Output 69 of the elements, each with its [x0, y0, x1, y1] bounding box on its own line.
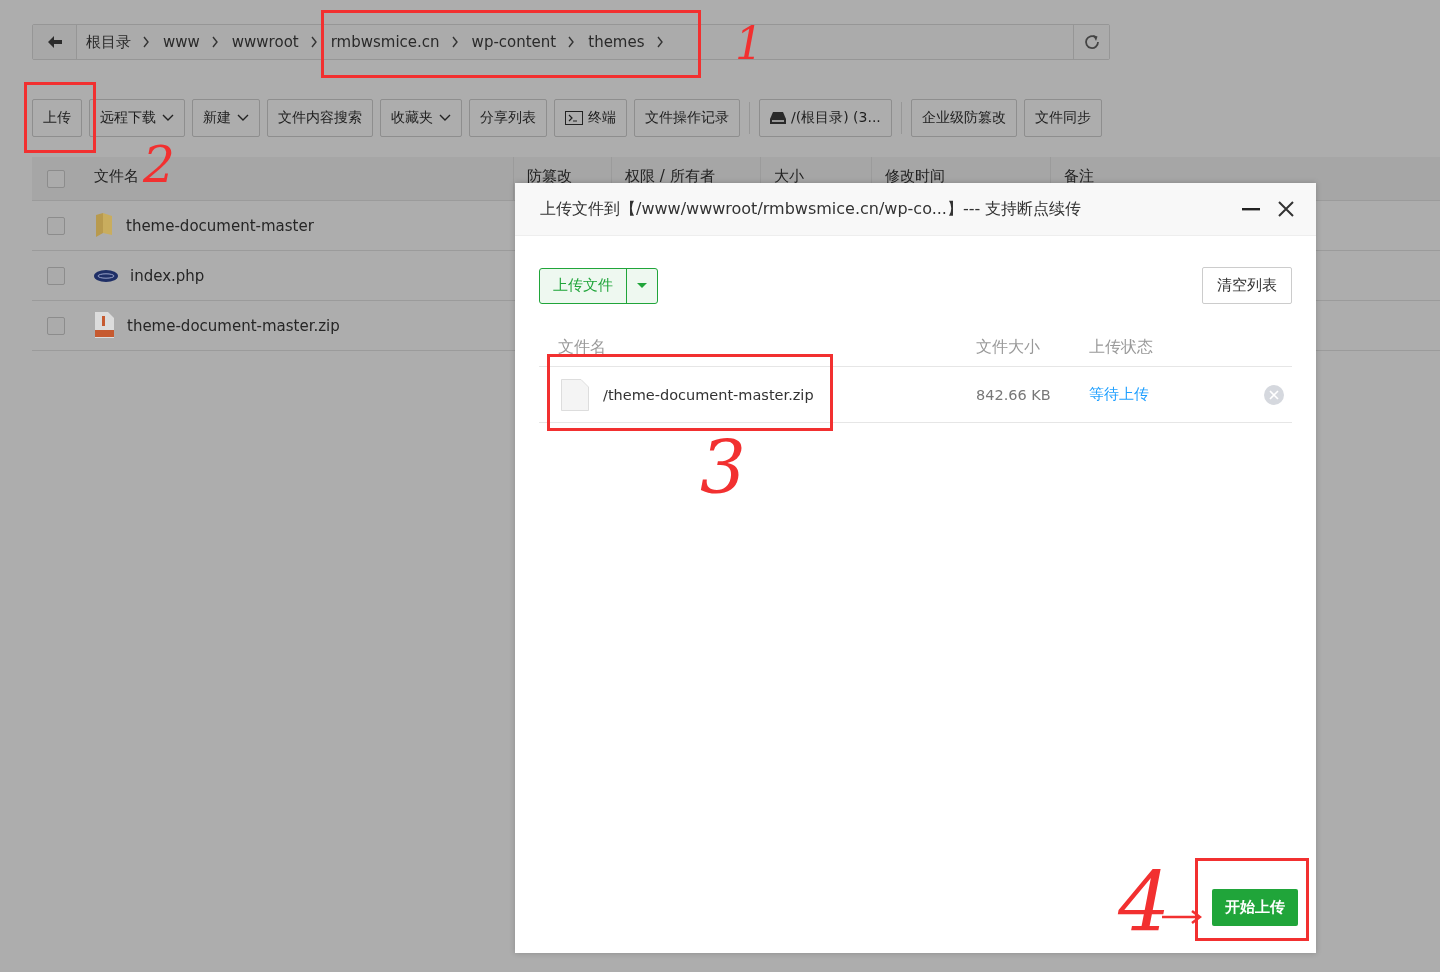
dialog-title: 上传文件到【/www/wwwroot/rmbwsmice.cn/wp-co...】--- 支持断点续传 [540, 198, 1083, 220]
chevron-right-icon [210, 36, 219, 48]
column-header: 上传状态 [1089, 337, 1154, 358]
breadcrumb-link[interactable]: themes [588, 33, 656, 51]
disk-drive-icon [770, 112, 786, 124]
file-size: 842.66 KB [976, 386, 1052, 403]
breadcrumb-link[interactable]: www [163, 33, 211, 51]
close-button[interactable] [1276, 199, 1296, 219]
back-button[interactable] [33, 25, 77, 59]
select-all-checkbox[interactable] [47, 169, 65, 188]
file-name[interactable]: theme-document-master [126, 216, 314, 235]
toolbar-button[interactable]: 分享列表 [469, 99, 547, 137]
column-header: 文件大小 [976, 337, 1041, 358]
terminal-icon [565, 111, 583, 125]
refresh-button[interactable] [1073, 25, 1109, 59]
chevron-right-icon [655, 36, 664, 48]
chevron-down-icon [439, 114, 451, 122]
chevron-right-icon [567, 36, 576, 48]
step-number: 1 [735, 22, 763, 66]
breadcrumb-link[interactable]: wp-content [471, 33, 568, 51]
row-checkbox[interactable] [47, 216, 65, 235]
highlight-box [24, 82, 96, 153]
toolbar-button[interactable]: 新建 [192, 99, 260, 137]
chevron-right-icon [142, 36, 150, 48]
file-name: /theme-document-master.zip [603, 386, 814, 403]
clear-list-button[interactable]: 清空列表 [1202, 267, 1292, 304]
column-header: 权限 / 所有者 [625, 167, 715, 186]
row-checkbox[interactable] [47, 316, 65, 335]
breadcrumb-link[interactable]: rmbwsmice.cn [330, 33, 451, 51]
file-name[interactable]: index.php [130, 266, 205, 285]
chevron-right-icon [450, 36, 459, 48]
column-header: 文件名 [94, 167, 139, 186]
file-icon [561, 378, 589, 411]
toolbar-button[interactable]: 终端 [554, 99, 627, 137]
step-number: 2 [143, 140, 175, 190]
column-header: 文件名 [557, 337, 607, 358]
chevron-down-icon [162, 114, 174, 122]
step-number: 4 [1118, 862, 1171, 944]
toolbar-button[interactable]: 文件操作记录 [634, 99, 740, 137]
toolbar-button[interactable]: 企业级防篡改 [910, 99, 1017, 137]
chevron-right-icon [309, 36, 318, 48]
remove-icon [1264, 384, 1284, 405]
close-icon [1278, 201, 1294, 217]
breadcrumb-link[interactable]: 根目录 [86, 32, 142, 52]
arrow-annotation [1162, 909, 1202, 925]
toolbar-button[interactable]: 文件内容搜索 [267, 99, 373, 137]
minimize-icon [1242, 207, 1260, 211]
upload-status: 等待上传 [1089, 385, 1150, 404]
column-header: 大小 [774, 167, 804, 186]
toolbar-button[interactable]: 文件同步 [1023, 99, 1102, 137]
breadcrumb-link[interactable]: wwwroot [231, 33, 310, 51]
step-number: 3 [700, 432, 746, 504]
caret-down-icon [637, 282, 647, 289]
php-file-icon [94, 268, 118, 283]
minimize-button[interactable] [1240, 205, 1262, 213]
file-name[interactable]: theme-document-master.zip [127, 316, 340, 335]
toolbar-button[interactable]: /(根目录) (3... [759, 99, 892, 137]
toolbar-button[interactable]: 收藏夹 [380, 99, 462, 137]
refresh-icon [1082, 33, 1101, 51]
toolbar-button[interactable]: 上传 [32, 99, 82, 137]
column-header: 备注 [1064, 167, 1094, 186]
folder-icon [94, 212, 114, 239]
column-header: 防篡改 [527, 167, 572, 186]
toolbar-button[interactable]: 远程下载 [89, 99, 185, 137]
chevron-down-icon [237, 114, 249, 122]
column-header: 修改时间 [885, 167, 945, 186]
row-checkbox[interactable] [47, 266, 65, 285]
zip-file-icon [94, 312, 115, 339]
back-arrow-icon [46, 35, 63, 49]
